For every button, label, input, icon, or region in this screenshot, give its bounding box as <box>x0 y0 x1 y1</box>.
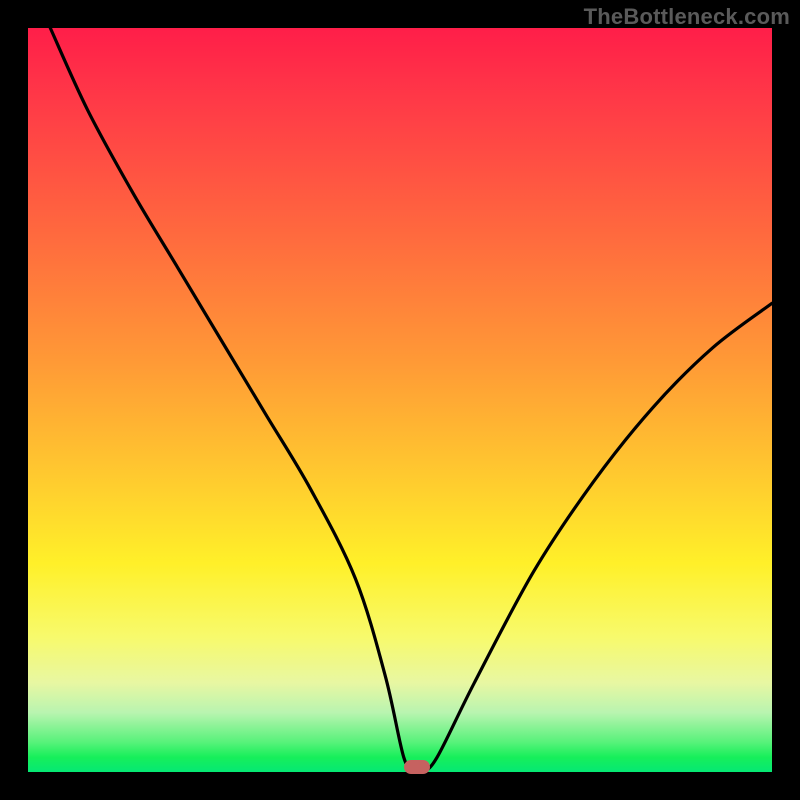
bottleneck-curve <box>28 28 772 772</box>
plot-area <box>28 28 772 772</box>
optimal-marker <box>404 760 430 774</box>
chart-frame: TheBottleneck.com <box>0 0 800 800</box>
watermark-text: TheBottleneck.com <box>584 4 790 30</box>
curve-path <box>50 28 772 772</box>
